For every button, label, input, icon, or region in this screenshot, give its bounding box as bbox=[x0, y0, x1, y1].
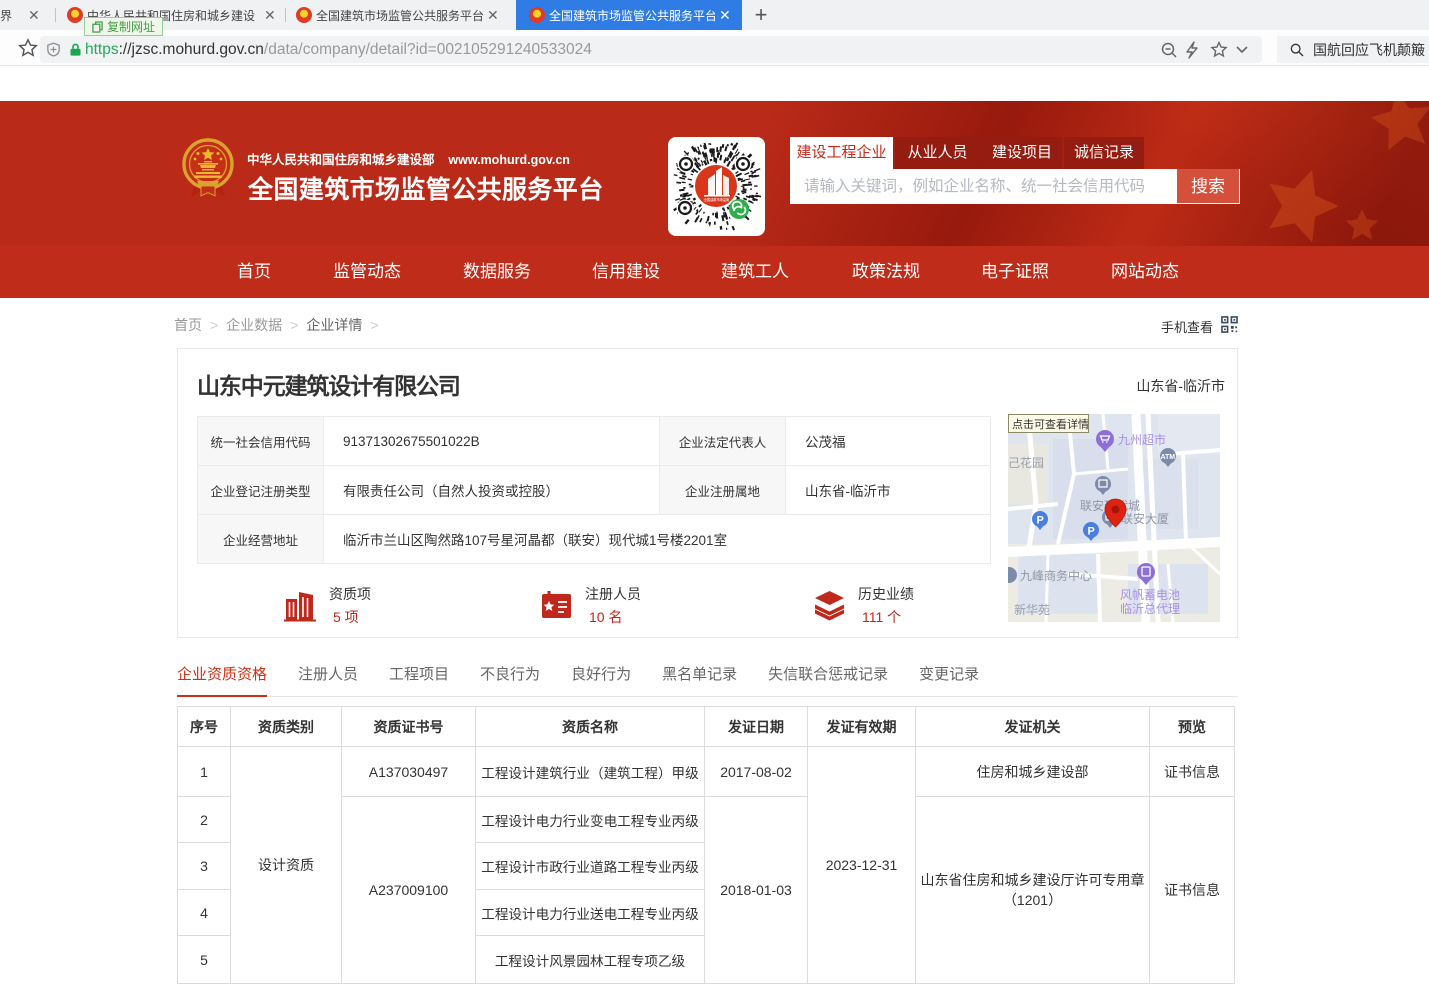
svg-text:临沂总代理: 临沂总代理 bbox=[1120, 602, 1180, 616]
svg-text:P: P bbox=[1037, 515, 1044, 527]
svg-text:联安大厦: 联安大厦 bbox=[1121, 511, 1169, 526]
svg-text:ATM: ATM bbox=[1161, 454, 1176, 461]
svg-text:风帆蓄电池: 风帆蓄电池 bbox=[1120, 587, 1180, 602]
svg-text:九州超市: 九州超市 bbox=[1118, 432, 1166, 447]
svg-text:P: P bbox=[1088, 526, 1095, 538]
svg-text:点击可查看详情: 点击可查看详情 bbox=[1012, 417, 1089, 431]
svg-text:九峰商务中心: 九峰商务中心 bbox=[1020, 568, 1092, 583]
svg-text:己花园: 己花园 bbox=[1008, 455, 1044, 470]
svg-text:新华苑: 新华苑 bbox=[1014, 602, 1050, 617]
svg-text:全国建筑市场监管: 全国建筑市场监管 bbox=[704, 197, 730, 202]
